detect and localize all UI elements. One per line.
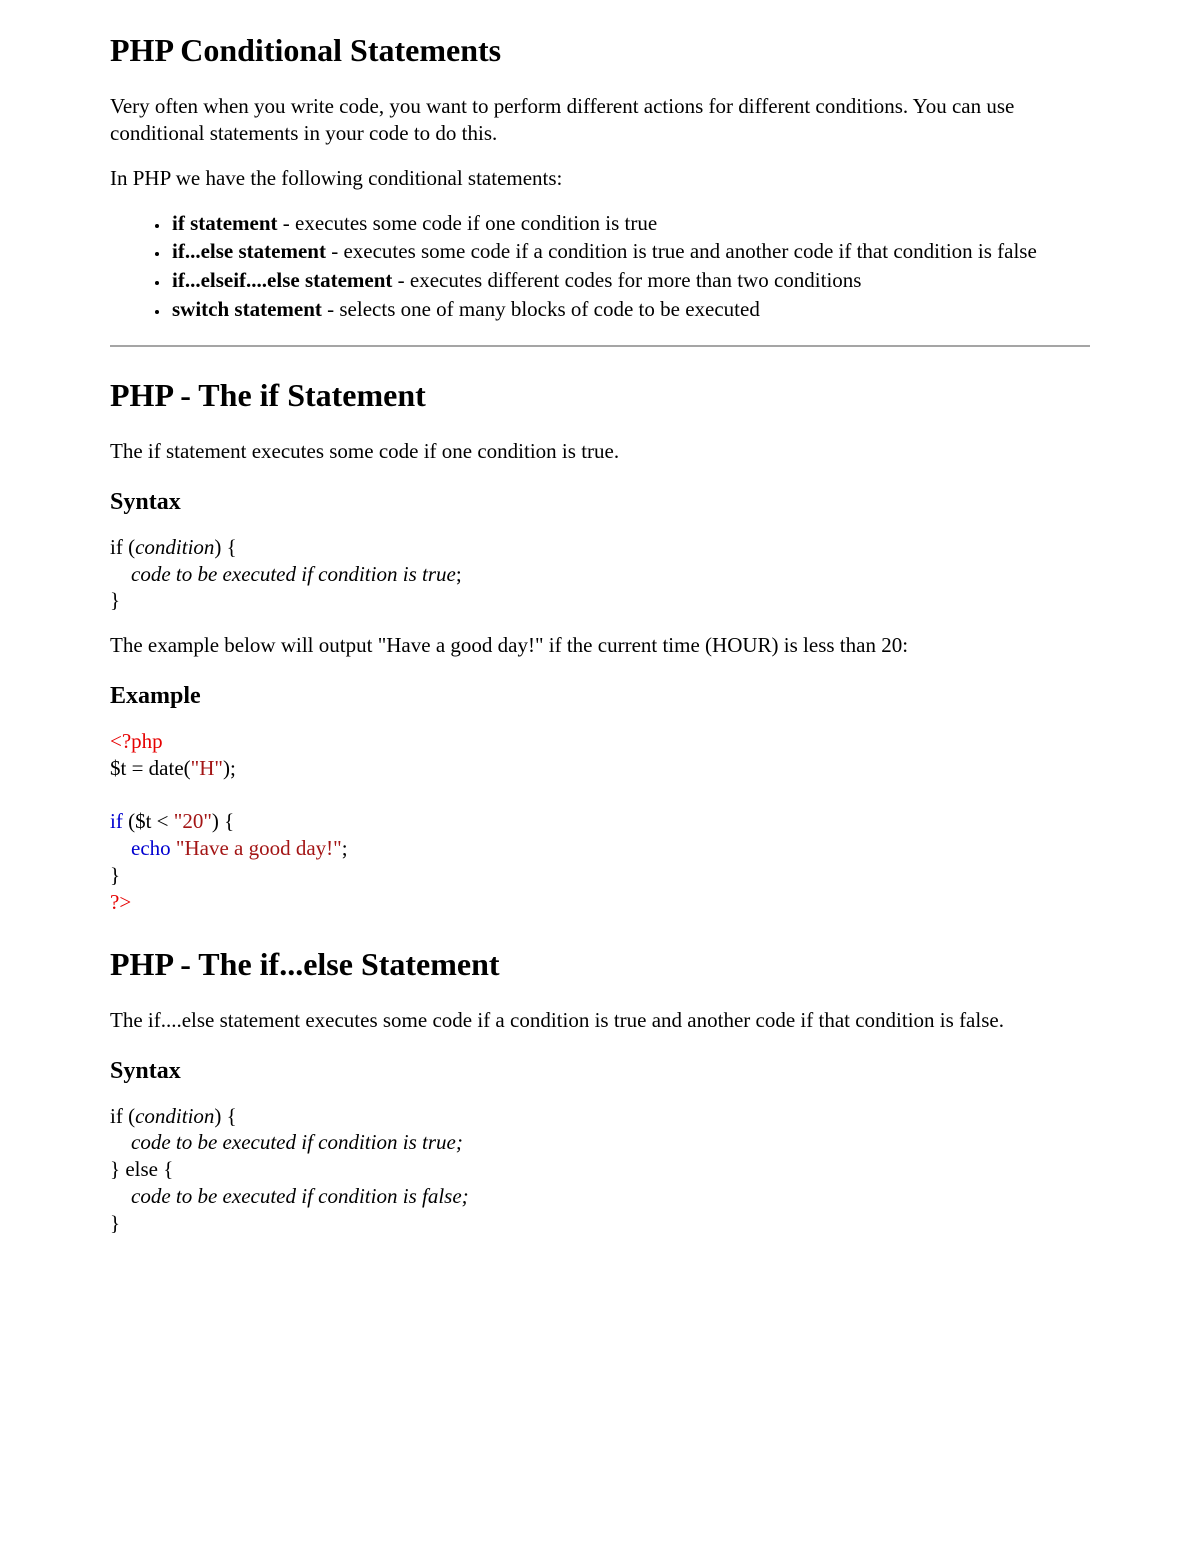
list-item-text: - executes some code if one condition is…	[278, 211, 658, 235]
code-text: }	[110, 1211, 120, 1235]
section-divider	[110, 345, 1090, 347]
list-item-text: - selects one of many blocks of code to …	[322, 297, 760, 321]
list-item: switch statement - selects one of many b…	[170, 296, 1090, 323]
code-text: ;	[342, 836, 348, 860]
list-item: if statement - executes some code if one…	[170, 210, 1090, 237]
code-text: ) {	[212, 809, 234, 833]
if-syntax-block: if (condition) { code to be executed if …	[110, 534, 1090, 615]
code-italic: code to be executed if condition is fals…	[131, 1184, 469, 1208]
php-keyword: echo	[131, 836, 171, 860]
code-text: ($t <	[123, 809, 174, 833]
intro-paragraph-2: In PHP we have the following conditional…	[110, 165, 1090, 192]
code-text: ) {	[214, 1104, 236, 1128]
if-statement-description: The if statement executes some code if o…	[110, 438, 1090, 465]
intro-paragraph-1: Very often when you write code, you want…	[110, 93, 1090, 147]
list-item-bold: if statement	[172, 211, 278, 235]
code-text: ) {	[214, 535, 236, 559]
code-italic: condition	[135, 535, 214, 559]
list-item: if...else statement - executes some code…	[170, 238, 1090, 265]
code-italic: condition	[135, 1104, 214, 1128]
code-text: } else {	[110, 1157, 173, 1181]
code-text: if (	[110, 535, 135, 559]
code-text: }	[110, 588, 120, 612]
if-example-lead: The example below will output "Have a go…	[110, 632, 1090, 659]
php-string: "Have a good day!"	[176, 836, 342, 860]
php-open-tag: <?php	[110, 729, 163, 753]
code-text: }	[110, 863, 120, 887]
list-item: if...elseif....else statement - executes…	[170, 267, 1090, 294]
if-else-description: The if....else statement executes some c…	[110, 1007, 1090, 1034]
if-example-code: <?php $t = date("H"); if ($t < "20") { e…	[110, 728, 1090, 916]
list-item-bold: if...else statement	[172, 239, 326, 263]
heading-conditional-statements: PHP Conditional Statements	[110, 30, 1090, 71]
code-text: if (	[110, 1104, 135, 1128]
list-item-bold: switch statement	[172, 297, 322, 321]
syntax-heading: Syntax	[110, 1056, 1090, 1087]
list-item-bold: if...elseif....else statement	[172, 268, 392, 292]
syntax-heading: Syntax	[110, 487, 1090, 518]
if-else-syntax-block: if (condition) { code to be executed if …	[110, 1103, 1090, 1237]
code-text: );	[223, 756, 236, 780]
code-italic: code to be executed if condition is true	[131, 562, 456, 586]
code-text: ;	[456, 562, 462, 586]
heading-if-statement: PHP - The if Statement	[110, 375, 1090, 416]
code-italic: code to be executed if condition is true…	[131, 1130, 463, 1154]
code-text: $t = date(	[110, 756, 191, 780]
heading-if-else-statement: PHP - The if...else Statement	[110, 944, 1090, 985]
statements-list: if statement - executes some code if one…	[110, 210, 1090, 324]
php-string: "H"	[191, 756, 223, 780]
list-item-text: - executes different codes for more than…	[392, 268, 861, 292]
list-item-text: - executes some code if a condition is t…	[326, 239, 1037, 263]
php-keyword: if	[110, 809, 123, 833]
php-close-tag: ?>	[110, 890, 131, 914]
php-string: "20"	[174, 809, 212, 833]
example-heading: Example	[110, 681, 1090, 712]
